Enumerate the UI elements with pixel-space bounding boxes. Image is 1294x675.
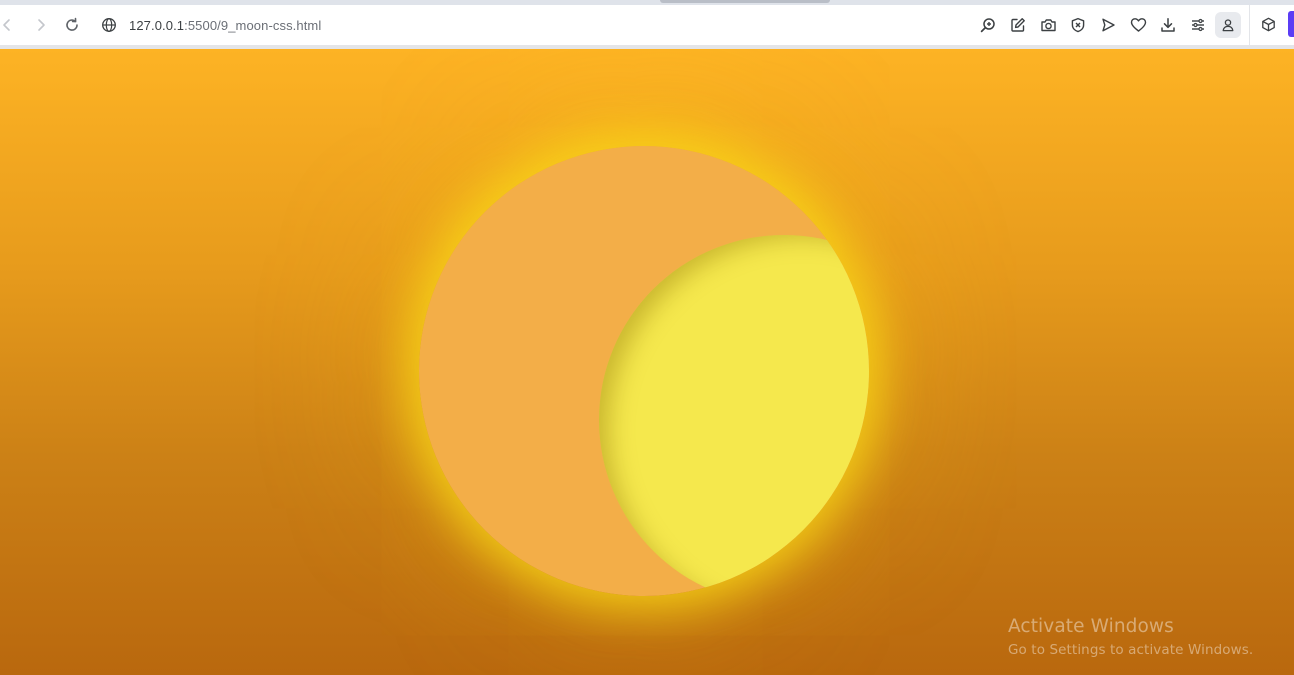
favorites-button[interactable] — [1123, 12, 1153, 38]
reload-button[interactable] — [61, 14, 83, 36]
url-host: 127.0.0.1 — [129, 17, 185, 33]
shield-icon — [1071, 17, 1085, 33]
toolbar-divider — [1249, 5, 1250, 45]
shield-button[interactable] — [1063, 12, 1093, 38]
back-button[interactable] — [0, 14, 18, 36]
send-button[interactable] — [1093, 12, 1123, 38]
zoom-button[interactable] — [973, 12, 1003, 38]
address-bar[interactable]: 127.0.0.1:5500/9_moon-css.html — [96, 9, 966, 41]
downloads-button[interactable] — [1153, 12, 1183, 38]
url-path: :5500/9_moon-css.html — [184, 17, 322, 33]
screenshot-button[interactable] — [1033, 12, 1063, 38]
camera-icon — [1040, 19, 1056, 32]
download-icon — [1161, 18, 1175, 32]
cube-icon — [1261, 17, 1275, 31]
forward-button[interactable] — [30, 14, 52, 36]
menu-icon — [1192, 18, 1204, 32]
globe-icon — [96, 17, 122, 33]
reload-icon — [66, 17, 78, 31]
url-text[interactable]: 127.0.0.1:5500/9_moon-css.html — [129, 18, 321, 33]
activation-watermark: Activate Windows Go to Settings to activ… — [1008, 616, 1253, 658]
forward-icon — [38, 19, 45, 31]
watermark-subtitle: Go to Settings to activate Windows. — [1008, 642, 1254, 658]
toolbar-actions — [973, 12, 1241, 38]
moon — [419, 146, 869, 596]
settings-menu-button[interactable] — [1183, 12, 1213, 38]
extensions-button[interactable] — [1256, 13, 1280, 35]
edit-button[interactable] — [1003, 12, 1033, 38]
send-icon — [1102, 18, 1115, 32]
edit-icon — [1011, 18, 1025, 32]
sidebar-toggle[interactable] — [1288, 11, 1294, 37]
profile-icon — [1222, 19, 1234, 32]
back-icon — [3, 19, 10, 31]
page-viewport: Activate Windows Go to Settings to activ… — [0, 49, 1294, 675]
browser-toolbar: 127.0.0.1:5500/9_moon-css.html — [0, 5, 1294, 45]
heart-icon — [1130, 18, 1146, 32]
watermark-title: Activate Windows — [1008, 616, 1174, 637]
zoom-icon — [980, 18, 995, 33]
profile-button[interactable] — [1215, 12, 1241, 38]
moon-crescent — [599, 235, 869, 596]
active-tab-hint[interactable] — [660, 0, 830, 3]
